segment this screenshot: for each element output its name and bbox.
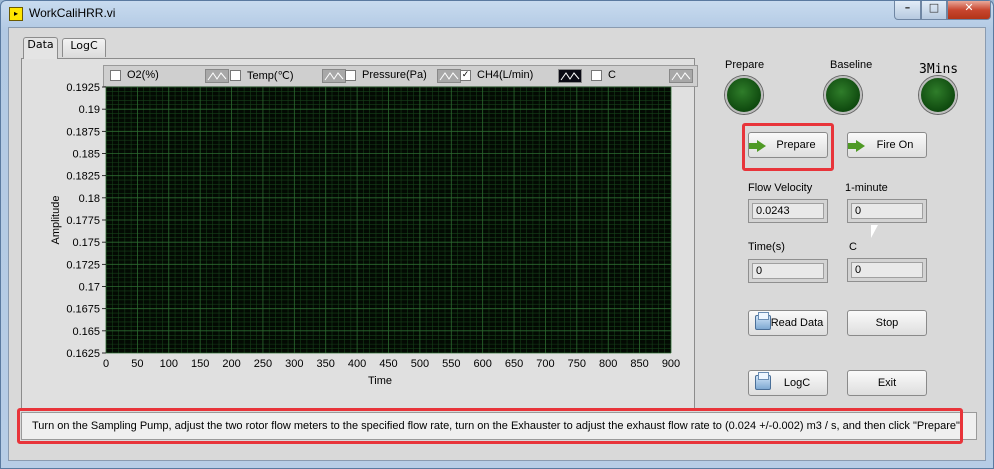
flow-velocity-value: 0.0243 xyxy=(752,203,824,219)
x-tick-label: 300 xyxy=(285,358,303,370)
three-mins-led xyxy=(919,76,957,114)
time-seconds-field[interactable]: 0 xyxy=(748,259,828,283)
three-mins-indicator-label: 3Mins xyxy=(919,62,959,77)
y-tick-label: 0.18 xyxy=(79,193,100,205)
labview-vi-icon: ▸ xyxy=(9,7,23,21)
green-arrow-icon xyxy=(848,140,865,152)
waveform-chart[interactable]: 0.1925 0.19 0.1875 0.185 0.1825 0.18 0.1775 0.1… xyxy=(46,80,706,412)
logc-button-label: LogC xyxy=(783,377,811,389)
y-axis-ticks: 0.1925 0.19 0.1875 0.185 0.1825 0.18 0.1775 0.1… xyxy=(66,82,106,360)
title-bar[interactable]: ▸ WorkCaliHRR.vi – □ ✕ xyxy=(1,1,993,27)
c-value-label: C xyxy=(849,241,857,253)
x-tick-label: 450 xyxy=(379,358,397,370)
x-tick-label: 900 xyxy=(662,358,680,370)
prepare-led xyxy=(725,76,763,114)
flow-velocity-field[interactable]: 0.0243 xyxy=(748,199,828,223)
x-tick-label: 0 xyxy=(103,358,109,370)
y-tick-label: 0.165 xyxy=(72,326,100,338)
y-tick-label: 0.185 xyxy=(72,149,100,161)
time-seconds-label: Time(s) xyxy=(748,241,785,253)
x-tick-label: 600 xyxy=(473,358,491,370)
fire-on-button-label: Fire On xyxy=(876,139,914,151)
vi-front-panel: Data LogC O2(%) Temp(℃) Pressure(Pa) ✓ C… xyxy=(8,27,986,461)
y-tick-label: 0.1825 xyxy=(66,171,100,183)
x-tick-label: 850 xyxy=(630,358,648,370)
one-minute-label: 1-minute xyxy=(845,182,888,194)
baseline-indicator-label: Baseline xyxy=(830,59,873,71)
y-tick-label: 0.1875 xyxy=(66,126,100,138)
x-tick-label: 650 xyxy=(505,358,523,370)
y-axis-title: Amplitude xyxy=(50,196,62,245)
app-window: ▸ WorkCaliHRR.vi – □ ✕ Data LogC O2(%) T xyxy=(0,0,994,469)
x-tick-label: 250 xyxy=(254,358,272,370)
prepare-indicator-label: Prepare xyxy=(725,59,765,71)
exit-button-label: Exit xyxy=(877,377,897,389)
one-minute-field[interactable]: 0 xyxy=(847,199,927,223)
plot-grid xyxy=(105,86,672,354)
x-tick-label: 150 xyxy=(191,358,209,370)
exit-button[interactable]: Exit xyxy=(847,370,927,396)
x-axis-title: Time xyxy=(368,375,392,387)
minimize-button[interactable]: – xyxy=(894,1,921,20)
flow-velocity-label: Flow Velocity xyxy=(748,182,813,194)
mouse-cursor-icon xyxy=(871,225,878,238)
read-data-button[interactable]: Read Data xyxy=(748,310,828,336)
x-tick-label: 550 xyxy=(442,358,460,370)
y-tick-label: 0.175 xyxy=(72,237,100,249)
maximize-button[interactable]: □ xyxy=(921,1,947,20)
prepare-button[interactable]: Prepare xyxy=(748,132,828,158)
y-tick-label: 0.1625 xyxy=(66,348,100,360)
tab-logc[interactable]: LogC xyxy=(62,38,106,57)
x-tick-label: 700 xyxy=(536,358,554,370)
stop-button[interactable]: Stop xyxy=(847,310,927,336)
y-tick-label: 0.1675 xyxy=(66,304,100,316)
folder-icon xyxy=(755,372,771,390)
logc-button[interactable]: LogC xyxy=(748,370,828,396)
x-tick-label: 350 xyxy=(317,358,335,370)
green-arrow-icon xyxy=(749,140,766,152)
stop-button-label: Stop xyxy=(875,317,899,329)
fire-on-button[interactable]: Fire On xyxy=(847,132,927,158)
status-message-highlight xyxy=(17,408,963,444)
x-tick-label: 200 xyxy=(222,358,240,370)
y-tick-label: 0.17 xyxy=(79,282,100,294)
y-tick-label: 0.1725 xyxy=(66,259,100,271)
x-tick-label: 100 xyxy=(160,358,178,370)
baseline-led xyxy=(824,76,862,114)
y-tick-label: 0.1775 xyxy=(66,215,100,227)
prepare-button-label: Prepare xyxy=(776,139,816,151)
x-tick-label: 400 xyxy=(348,358,366,370)
time-seconds-value: 0 xyxy=(752,263,824,279)
x-tick-label: 750 xyxy=(568,358,586,370)
folder-icon xyxy=(755,312,771,330)
y-tick-label: 0.19 xyxy=(79,104,100,116)
c-value-value: 0 xyxy=(851,262,923,278)
window-title: WorkCaliHRR.vi xyxy=(29,6,116,20)
y-tick-label: 0.1925 xyxy=(66,82,100,94)
close-button[interactable]: ✕ xyxy=(947,1,991,20)
x-tick-label: 800 xyxy=(599,358,617,370)
c-value-field[interactable]: 0 xyxy=(847,258,927,282)
one-minute-value: 0 xyxy=(851,203,923,219)
x-tick-label: 500 xyxy=(411,358,429,370)
x-tick-label: 50 xyxy=(131,358,143,370)
tab-data[interactable]: Data xyxy=(23,37,58,59)
x-axis-ticks: 0 50 100 150 200 250 300 350 400 450 500 550 600 650 7… xyxy=(103,358,680,370)
